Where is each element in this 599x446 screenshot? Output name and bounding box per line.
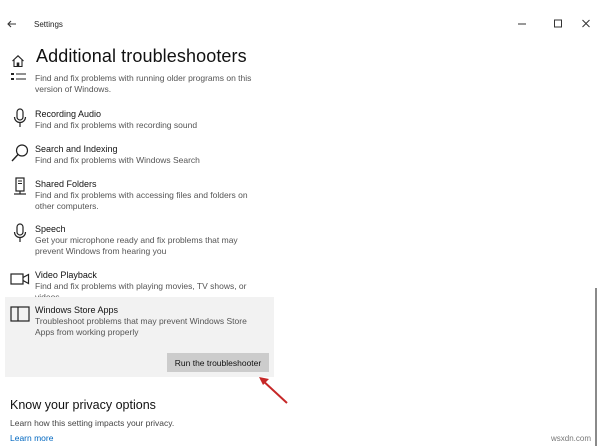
troubleshooter-description: Find and fix problems with Windows Searc… [35, 155, 200, 165]
window-title: Settings [34, 20, 63, 29]
microphone-icon [13, 223, 27, 242]
compatibility-description: Find and fix problems with running older… [35, 73, 252, 94]
troubleshooter-description: Troubleshoot problems that may prevent W… [35, 316, 247, 337]
shared-folder-icon [14, 177, 26, 195]
troubleshooter-title: Shared Folders [35, 179, 97, 189]
watermark: wsxdn.com [551, 434, 592, 443]
maximize-icon[interactable] [551, 16, 565, 30]
video-camera-icon [10, 273, 30, 285]
close-icon[interactable] [579, 16, 593, 30]
store-apps-icon [10, 306, 30, 322]
compatibility-icon [11, 73, 26, 80]
run-troubleshooter-button[interactable]: Run the troubleshooter [167, 353, 269, 372]
microphone-icon [13, 108, 27, 127]
page-title: Additional troubleshooters [36, 46, 247, 66]
back-arrow-icon[interactable] [4, 16, 20, 32]
troubleshooter-title: Video Playback [35, 270, 97, 280]
minimize-icon[interactable] [515, 16, 529, 30]
troubleshooter-description: Get your microphone ready and fix proble… [35, 235, 238, 256]
annotation-arrow-icon [259, 377, 288, 404]
troubleshooter-title: Search and Indexing [35, 144, 118, 154]
troubleshooter-description: Find and fix problems with accessing fil… [35, 190, 248, 211]
privacy-heading: Know your privacy options [10, 398, 156, 412]
home-icon[interactable] [11, 54, 25, 68]
scrollbar[interactable] [595, 288, 597, 446]
learn-more-link[interactable]: Learn more [10, 433, 53, 443]
troubleshooter-description: Find and fix problems with recording sou… [35, 120, 198, 130]
troubleshooter-title: Recording Audio [35, 109, 102, 119]
troubleshooter-title: Speech [35, 224, 66, 234]
privacy-description: Learn how this setting impacts your priv… [10, 418, 175, 428]
search-icon [11, 144, 29, 162]
title-bar: Settings [0, 0, 599, 32]
troubleshooter-title: Windows Store Apps [35, 305, 119, 315]
